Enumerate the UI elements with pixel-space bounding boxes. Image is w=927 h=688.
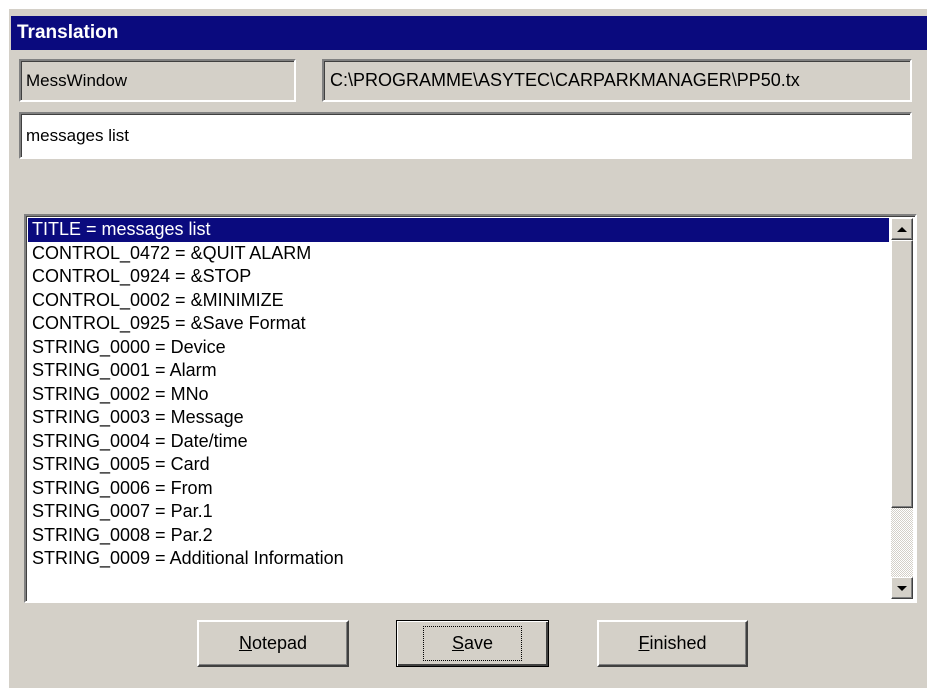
notepad-label: otepad [251,633,308,653]
file-path-field: C:\PROGRAMME\ASYTEC\CARPARKMANAGER\PP50.… [322,59,912,102]
translation-list[interactable]: TITLE = messages list CONTROL_0472 = &QUI… [28,218,889,599]
translation-input[interactable]: messages list [19,112,912,159]
finished-label: inished [649,633,707,653]
list-item[interactable]: CONTROL_0002 = &MINIMIZE [28,289,889,313]
finished-accel: F [638,633,650,653]
notepad-accel: N [238,633,252,653]
focus-rect: Save [422,626,523,661]
list-item[interactable]: TITLE = messages list [28,218,889,242]
save-label: ave [463,633,494,653]
list-item[interactable]: STRING_0007 = Par.1 [28,500,889,524]
list-item[interactable]: STRING_0002 = MNo [28,383,889,407]
list-item[interactable]: STRING_0006 = From [28,477,889,501]
list-item[interactable]: STRING_0009 = Additional Information [28,547,889,571]
list-item[interactable]: STRING_0000 = Device [28,336,889,360]
save-accel: S [451,633,464,653]
window-name-field: MessWindow [19,59,296,102]
list-item[interactable]: CONTROL_0925 = &Save Format [28,312,889,336]
arrow-down-icon [897,585,907,591]
arrow-up-icon [897,226,907,232]
list-item[interactable]: STRING_0001 = Alarm [28,359,889,383]
translation-listbox[interactable]: TITLE = messages list CONTROL_0472 = &QUI… [24,214,917,603]
list-item[interactable]: CONTROL_0472 = &QUIT ALARM [28,242,889,266]
finished-button[interactable]: Finished [597,620,748,667]
vertical-scrollbar[interactable] [891,218,913,599]
list-item[interactable]: CONTROL_0924 = &STOP [28,265,889,289]
list-item[interactable]: STRING_0003 = Message [28,406,889,430]
list-item[interactable]: STRING_0008 = Par.2 [28,524,889,548]
scroll-up-button[interactable] [891,218,913,240]
list-item[interactable]: STRING_0005 = Card [28,453,889,477]
notepad-button[interactable]: Notepad [197,620,349,667]
list-item[interactable]: STRING_0004 = Date/time [28,430,889,454]
scroll-thumb[interactable] [891,240,913,508]
window-title: Translation [11,16,927,50]
save-button[interactable]: Save [396,620,549,667]
scroll-down-button[interactable] [891,577,913,599]
